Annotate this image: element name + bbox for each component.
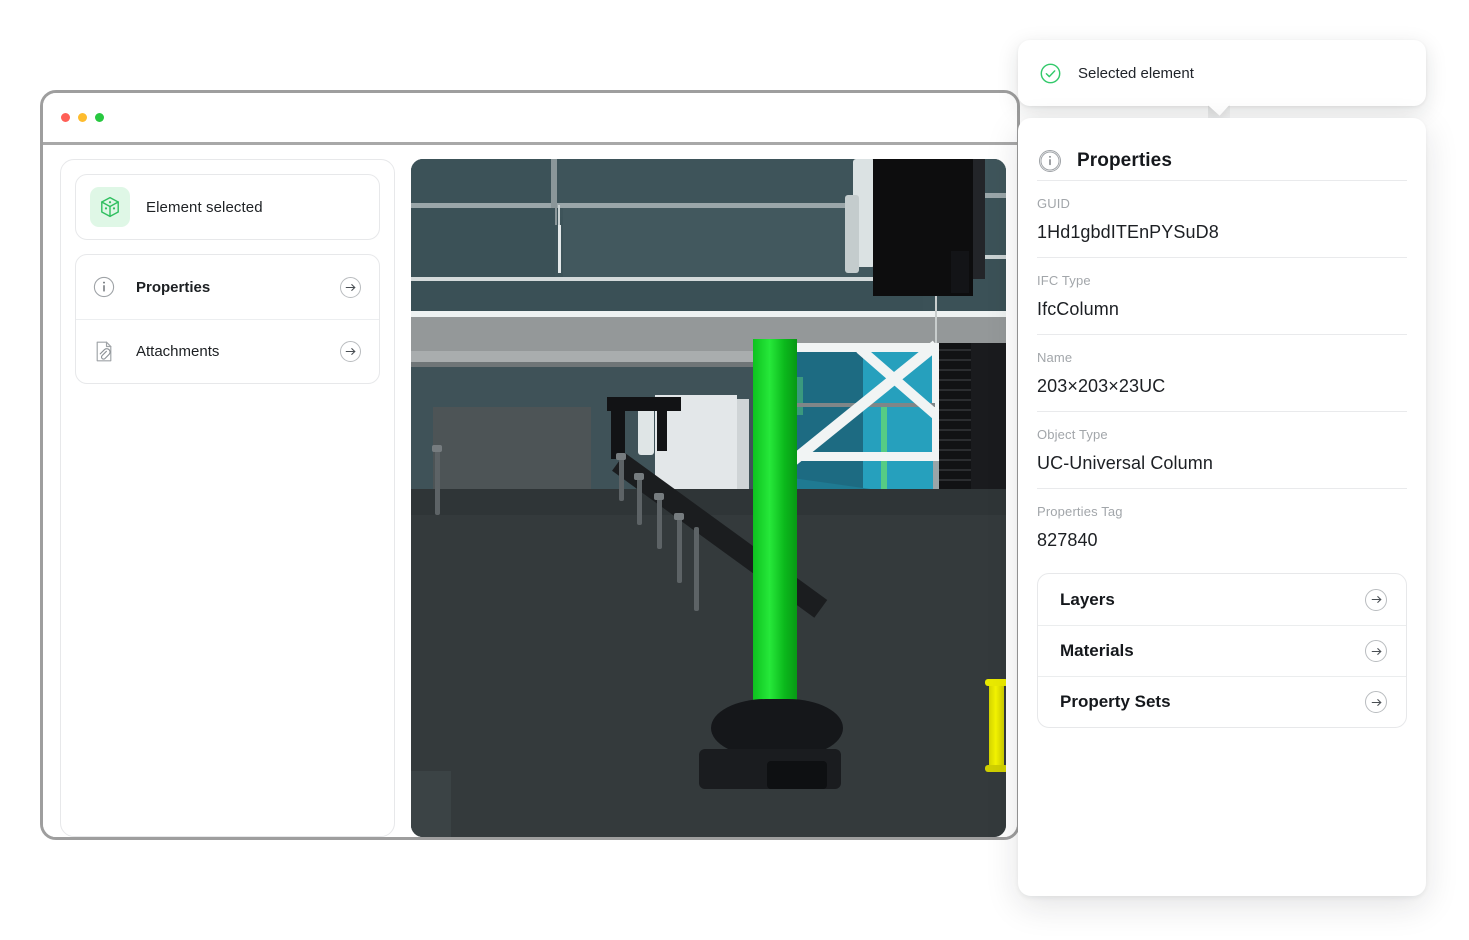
balustrade <box>694 527 699 611</box>
arrow-right-circle-icon[interactable] <box>1365 588 1387 611</box>
mullion-vertical <box>558 225 561 273</box>
sub-section-label: Materials <box>1060 641 1134 660</box>
selected-element-tooltip: Selected element <box>1018 40 1426 106</box>
property-row-ifc-type: IFC Type IfcColumn <box>1037 257 1407 334</box>
property-key: Object Type <box>1037 427 1108 442</box>
window-titlebar <box>43 93 1017 145</box>
minimize-window-button[interactable] <box>78 113 87 122</box>
arrow-right-circle-icon[interactable] <box>340 276 361 298</box>
selected-element-tooltip-label: Selected element <box>1078 64 1194 82</box>
arrow-right-circle-icon[interactable] <box>340 341 361 362</box>
page-title: Properties <box>1077 150 1172 171</box>
floor-patch <box>411 771 451 837</box>
yellow-bollard-base <box>985 765 1006 772</box>
app-window: Element selected Properties Attachments <box>40 90 1020 840</box>
hvac-unit-side <box>973 159 985 279</box>
arrow-right-circle-icon[interactable] <box>1365 691 1387 713</box>
handrail-post <box>657 411 667 451</box>
sidebar-menu: Properties Attachments <box>75 254 380 384</box>
properties-panel: Properties GUID 1Hd1gbdITEnPYSuD8 IFC Ty… <box>1018 118 1426 896</box>
element-selected-label: Element selected <box>146 198 263 216</box>
balustrade-cap <box>654 493 664 500</box>
property-value: 203×203×23UC <box>1037 376 1166 396</box>
glass-pane <box>411 281 923 313</box>
sidebar-item-attachments-label: Attachments <box>136 343 220 360</box>
louvre-panel-side <box>971 343 1006 499</box>
3d-model-viewport[interactable] <box>411 159 1006 837</box>
element-selected-card: Element selected <box>75 174 380 240</box>
handrail-top <box>607 397 681 411</box>
document-attachment-icon <box>92 340 116 364</box>
sidebar-item-attachments[interactable]: Attachments <box>76 319 379 383</box>
hvac-unit-panel <box>951 251 969 293</box>
property-key: Name <box>1037 350 1073 365</box>
screen-root: Element selected Properties Attachments … <box>0 0 1469 940</box>
3d-scene <box>411 159 1006 837</box>
handrail-post <box>611 411 625 459</box>
balustrade <box>435 449 440 515</box>
sub-section-property-sets[interactable]: Property Sets <box>1038 676 1406 727</box>
check-circle-icon <box>1039 62 1062 85</box>
sub-section-layers[interactable]: Layers <box>1038 574 1406 625</box>
property-value: IfcColumn <box>1037 299 1119 319</box>
property-key: GUID <box>1037 196 1071 211</box>
mullion-vertical <box>558 205 560 225</box>
hanger-rod <box>935 296 937 350</box>
info-circle-icon <box>1039 150 1061 172</box>
property-row-properties-tag: Properties Tag 827840 <box>1037 488 1407 565</box>
yellow-bollard-cap <box>985 679 1006 686</box>
property-key: Properties Tag <box>1037 504 1123 519</box>
properties-panel-header: Properties <box>1018 118 1426 180</box>
duct-riser <box>845 195 859 273</box>
balustrade-cap <box>634 473 644 480</box>
property-value: 827840 <box>1037 530 1098 550</box>
balustrade-cap <box>674 513 684 520</box>
maximize-window-button[interactable] <box>95 113 104 122</box>
balustrade <box>677 517 682 583</box>
property-value: 1Hd1gbdITEnPYSuD8 <box>1037 222 1219 242</box>
sub-section-label: Property Sets <box>1060 692 1171 711</box>
app-body: Element selected Properties Attachments <box>43 148 1017 837</box>
properties-field-list: GUID 1Hd1gbdITEnPYSuD8 IFC Type IfcColum… <box>1018 180 1426 565</box>
balustrade <box>637 477 642 525</box>
sidebar-item-properties-label: Properties <box>136 278 211 296</box>
glass-pane <box>411 208 555 280</box>
close-window-button[interactable] <box>61 113 70 122</box>
balustrade <box>619 457 624 501</box>
left-sidebar: Element selected Properties Attachments <box>60 159 395 837</box>
property-key: IFC Type <box>1037 273 1091 288</box>
property-row-name: Name 203×203×23UC <box>1037 334 1407 411</box>
balustrade-cap <box>616 453 626 460</box>
property-row-object-type: Object Type UC-Universal Column <box>1037 411 1407 488</box>
floor-shadow <box>411 489 1006 515</box>
property-value: UC-Universal Column <box>1037 453 1213 473</box>
cube-icon <box>90 187 130 227</box>
yellow-bollard <box>989 683 1004 771</box>
sidebar-item-properties[interactable]: Properties <box>76 255 379 319</box>
balustrade-cap <box>432 445 442 452</box>
column-base-plate <box>767 761 827 789</box>
balustrade <box>657 497 662 549</box>
property-row-guid: GUID 1Hd1gbdITEnPYSuD8 <box>1037 180 1407 257</box>
info-circle-icon <box>92 275 116 299</box>
arrow-right-circle-icon[interactable] <box>1365 640 1387 662</box>
properties-sub-sections: Layers Materials Property Sets <box>1037 573 1407 728</box>
sub-section-label: Layers <box>1060 589 1115 609</box>
sub-section-materials[interactable]: Materials <box>1038 625 1406 676</box>
